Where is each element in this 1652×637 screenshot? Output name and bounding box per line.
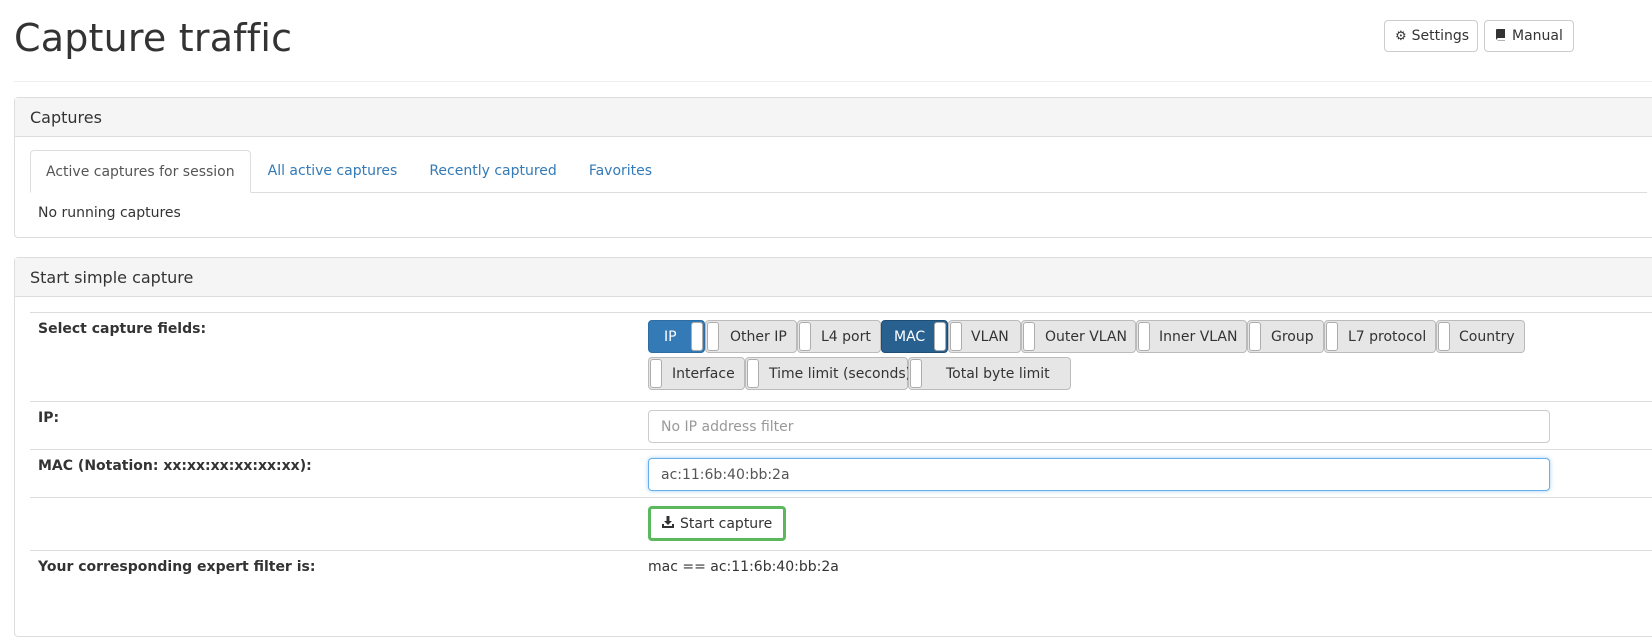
field-toggle-l7-protocol[interactable]: L7 protocol xyxy=(1324,320,1436,353)
expert-filter-value: mac == ac:11:6b:40:bb:2a xyxy=(648,559,839,575)
expert-filter-label: Your corresponding expert filter is: xyxy=(38,559,316,575)
tab-favorites[interactable]: Favorites xyxy=(574,150,667,192)
ip-row: IP: xyxy=(30,401,1652,450)
manual-button[interactable]: Manual xyxy=(1484,20,1574,52)
field-toggle-total-byte-limit[interactable]: Total byte limit xyxy=(908,357,1071,390)
mac-label: MAC (Notation: xx:xx:xx:xx:xx:xx): xyxy=(38,458,312,474)
captures-tabs: Active captures for session All active c… xyxy=(30,150,1647,193)
field-toggle-mac[interactable]: MAC xyxy=(881,320,948,353)
tab-active-captures-for-session[interactable]: Active captures for session xyxy=(30,150,251,193)
field-toggle-time-limit[interactable]: Time limit (seconds) xyxy=(745,357,911,390)
gear-icon: ⚙ xyxy=(1395,28,1407,44)
captures-panel: Captures Active captures for session All… xyxy=(14,97,1652,238)
simple-capture-heading: Start simple capture xyxy=(15,258,1652,297)
manual-label: Manual xyxy=(1512,28,1563,44)
start-row: Start capture xyxy=(30,497,1652,551)
expert-row: Your corresponding expert filter is: mac… xyxy=(30,550,1652,599)
mac-row: MAC (Notation: xx:xx:xx:xx:xx:xx): xyxy=(30,449,1652,498)
field-toggle-ip[interactable]: IP xyxy=(648,320,705,353)
simple-capture-panel: Start simple capture Select capture fiel… xyxy=(14,257,1652,637)
field-toggle-country[interactable]: Country xyxy=(1436,320,1525,353)
field-toggle-vlan[interactable]: VLAN xyxy=(948,320,1021,353)
fields-row: Select capture fields: IP Other IP L4 po… xyxy=(30,312,1652,402)
book-icon xyxy=(1495,28,1507,45)
mac-filter-input[interactable] xyxy=(648,458,1550,491)
field-toggle-l4-port[interactable]: L4 port xyxy=(797,320,881,353)
ip-label: IP: xyxy=(38,410,60,426)
field-toggle-interface[interactable]: Interface xyxy=(648,357,745,390)
start-capture-label: Start capture xyxy=(680,515,773,532)
settings-label: Settings xyxy=(1411,28,1470,44)
field-toggle-other-ip[interactable]: Other IP xyxy=(705,320,797,353)
start-capture-button[interactable]: Start capture xyxy=(648,506,787,541)
empty-captures-message: No running captures xyxy=(38,205,181,221)
field-toggle-outer-vlan[interactable]: Outer VLAN xyxy=(1021,320,1136,353)
ip-filter-input[interactable] xyxy=(648,410,1550,443)
page-title: Capture traffic xyxy=(14,16,293,60)
captures-heading: Captures xyxy=(15,98,1652,137)
tab-all-active-captures[interactable]: All active captures xyxy=(253,150,413,192)
fields-label: Select capture fields: xyxy=(38,321,207,337)
field-toggle-inner-vlan[interactable]: Inner VLAN xyxy=(1136,320,1247,353)
title-divider xyxy=(14,81,1652,82)
settings-button[interactable]: ⚙ Settings xyxy=(1384,20,1478,52)
tab-recently-captured[interactable]: Recently captured xyxy=(414,150,571,192)
field-toggle-group[interactable]: Group xyxy=(1247,320,1324,353)
download-icon xyxy=(662,515,674,532)
